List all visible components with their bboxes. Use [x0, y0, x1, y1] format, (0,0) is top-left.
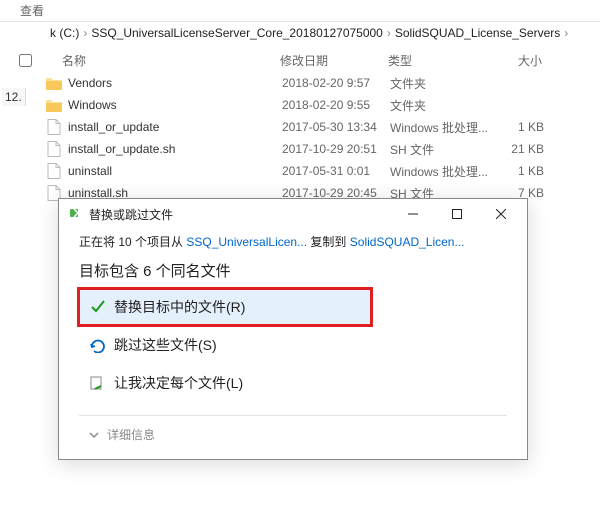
list-item[interactable]: Vendors 2018-02-20 9:57 文件夹	[0, 72, 600, 94]
check-icon	[88, 299, 108, 315]
main-toolbar: 查看	[0, 0, 600, 22]
file-list: Vendors 2018-02-20 9:57 文件夹 Windows 2018…	[0, 72, 600, 204]
breadcrumb-seg-2[interactable]: SSQ_UniversalLicenseServer_Core_20180127…	[91, 26, 383, 40]
line-marker: 12.	[2, 88, 26, 106]
file-icon	[44, 163, 64, 179]
copy-icon	[67, 206, 83, 222]
chevron-right-icon: ›	[564, 26, 568, 40]
dialog-subtitle: 目标包含 6 个同名文件	[79, 260, 507, 281]
list-item[interactable]: install_or_update 2017-05-30 13:34 Windo…	[0, 116, 600, 138]
copy-status-text: 正在将 10 个项目从 SSQ_UniversalLicen... 复制到 So…	[79, 233, 507, 250]
col-size[interactable]: 大小	[488, 52, 548, 69]
minimize-button[interactable]	[391, 200, 435, 228]
option-replace[interactable]: 替换目标中的文件(R)	[79, 289, 371, 325]
close-button[interactable]	[479, 200, 523, 228]
dialog-title: 替换或跳过文件	[89, 206, 391, 223]
details-toggle[interactable]: 详细信息	[79, 415, 507, 443]
maximize-button[interactable]	[435, 200, 479, 228]
toolbar-view[interactable]: 查看	[20, 2, 44, 19]
dialog-titlebar[interactable]: 替换或跳过文件	[59, 199, 527, 229]
chevron-right-icon: ›	[83, 26, 87, 40]
list-item[interactable]: install_or_update.sh 2017-10-29 20:51 SH…	[0, 138, 600, 160]
option-decide[interactable]: 让我决定每个文件(L)	[79, 365, 507, 401]
column-headers: 名称 修改日期 类型 大小	[0, 48, 600, 72]
breadcrumb-seg-1[interactable]: k (C:)	[50, 26, 79, 40]
folder-icon	[44, 76, 64, 90]
breadcrumb-seg-3[interactable]: SolidSQUAD_License_Servers	[395, 26, 560, 40]
options: 替换目标中的文件(R) 跳过这些文件(S) 让我决定每个文件(L)	[79, 289, 507, 401]
file-icon	[44, 119, 64, 135]
select-all-checkbox[interactable]	[19, 54, 32, 67]
source-link[interactable]: SSQ_UniversalLicen...	[186, 235, 307, 249]
skip-icon	[88, 337, 108, 353]
decide-icon	[88, 375, 108, 391]
chevron-down-icon	[85, 429, 103, 441]
option-skip[interactable]: 跳过这些文件(S)	[79, 327, 507, 363]
dest-link[interactable]: SolidSQUAD_Licen...	[350, 235, 465, 249]
replace-skip-dialog: 替换或跳过文件 正在将 10 个项目从 SSQ_UniversalLicen..…	[58, 198, 528, 460]
folder-icon	[44, 98, 64, 112]
file-icon	[44, 141, 64, 157]
breadcrumb[interactable]: k (C:) › SSQ_UniversalLicenseServer_Core…	[0, 22, 600, 44]
col-date[interactable]: 修改日期	[280, 52, 388, 69]
list-item[interactable]: Windows 2018-02-20 9:55 文件夹	[0, 94, 600, 116]
list-item[interactable]: uninstall 2017-05-31 0:01 Windows 批处理...…	[0, 160, 600, 182]
col-type[interactable]: 类型	[388, 52, 488, 69]
details-label: 详细信息	[107, 426, 155, 443]
col-name[interactable]: 名称	[50, 52, 280, 69]
chevron-right-icon: ›	[387, 26, 391, 40]
